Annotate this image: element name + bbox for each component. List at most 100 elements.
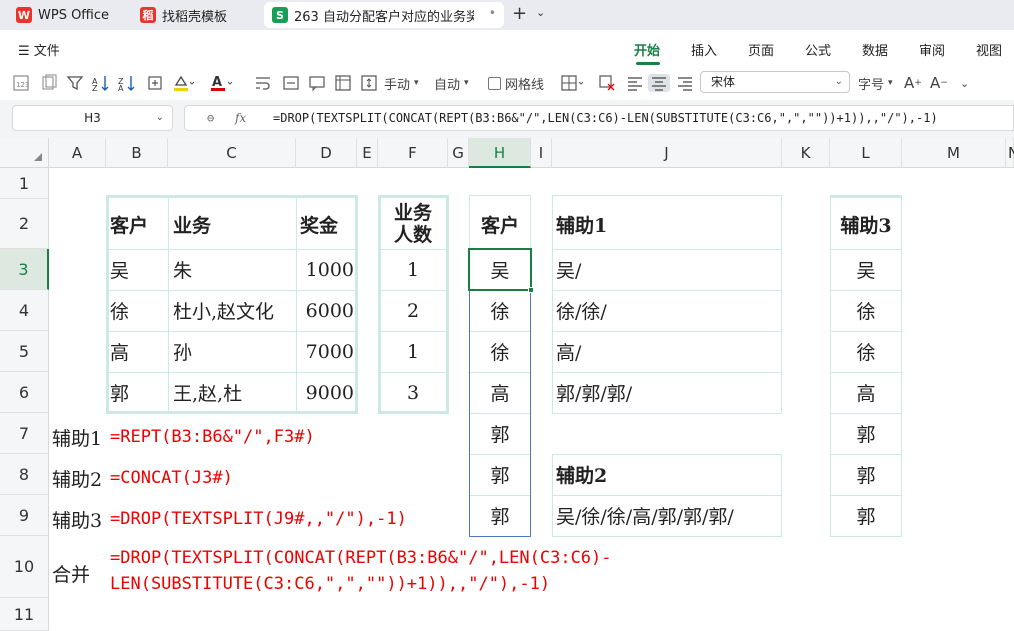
row-header-6[interactable]: 6 bbox=[0, 372, 49, 413]
new-tab-button[interactable]: + bbox=[512, 3, 527, 24]
col-header-L[interactable]: L bbox=[830, 138, 902, 168]
decrease-font-icon[interactable]: A − bbox=[930, 74, 948, 92]
tab-close-icon[interactable]: • bbox=[489, 6, 496, 20]
row-header-10[interactable]: 10 bbox=[0, 536, 49, 598]
merge-cells-icon[interactable] bbox=[282, 74, 300, 92]
col-header-F[interactable]: F bbox=[378, 138, 448, 168]
align-center-icon[interactable] bbox=[648, 74, 670, 92]
cell-L5[interactable]: 徐 bbox=[830, 331, 902, 372]
cell-F2[interactable]: 业务 人数 bbox=[378, 199, 448, 249]
gridlines-toggle[interactable]: 网格线 bbox=[488, 74, 544, 93]
zoom-icon[interactable]: ⊖ bbox=[207, 106, 214, 130]
cell-D4[interactable]: 6000 bbox=[296, 290, 354, 331]
cell-D3[interactable]: 1000 bbox=[296, 249, 354, 290]
borders-icon[interactable] bbox=[560, 74, 586, 92]
row-header-7[interactable]: 7 bbox=[0, 413, 49, 454]
cell-H3[interactable]: 吴 bbox=[469, 249, 531, 290]
row-header-9[interactable]: 9 bbox=[0, 495, 49, 536]
cell-J3[interactable]: 吴/ bbox=[556, 249, 782, 290]
cell-J2[interactable]: 辅助1 bbox=[556, 199, 782, 249]
cell-B10-formula-line2[interactable]: LEN(SUBSTITUTE(C3:C6,",",""))+1)),,"/"),… bbox=[110, 574, 550, 594]
cell-B10-formula-line1[interactable]: =DROP(TEXTSPLIT(CONCAT(REPT(B3:B6&"/",LE… bbox=[110, 548, 612, 568]
cell-L2[interactable]: 辅助3 bbox=[830, 199, 902, 249]
cell-F3[interactable]: 1 bbox=[378, 249, 448, 290]
cell-H2[interactable]: 客户 bbox=[469, 199, 531, 249]
cell-L8[interactable]: 郭 bbox=[830, 454, 902, 495]
file-menu[interactable]: ☰ 文件 bbox=[18, 40, 60, 59]
cell-J8[interactable]: 辅助2 bbox=[556, 454, 782, 495]
menu-page[interactable]: 页面 bbox=[748, 40, 774, 59]
col-header-E[interactable]: E bbox=[357, 138, 378, 168]
col-header-A[interactable]: A bbox=[49, 138, 106, 168]
col-header-K[interactable]: K bbox=[782, 138, 830, 168]
filter-icon[interactable] bbox=[66, 74, 84, 92]
freeze-icon[interactable] bbox=[334, 74, 352, 92]
row-header-11[interactable]: 11 bbox=[0, 598, 49, 631]
row-header-1[interactable]: 1 bbox=[0, 168, 49, 199]
row-header-3[interactable]: 3 bbox=[0, 249, 49, 290]
cell-J5[interactable]: 高/ bbox=[556, 331, 782, 372]
cell-H8[interactable]: 郭 bbox=[469, 454, 531, 495]
auto-calc-button[interactable]: 自动 ▾ bbox=[434, 74, 469, 93]
col-header-J[interactable]: J bbox=[552, 138, 782, 168]
formula-input[interactable]: ⊖ fx =DROP(TEXTSPLIT(CONCAT(REPT(B3:B6&"… bbox=[184, 105, 1014, 131]
cell-J9[interactable]: 吴/徐/徐/高/郭/郭/郭/ bbox=[556, 495, 782, 536]
row-header-8[interactable]: 8 bbox=[0, 454, 49, 495]
name-box[interactable]: H3 ⌄ bbox=[12, 105, 173, 131]
col-header-B[interactable]: B bbox=[106, 138, 168, 168]
menu-view[interactable]: 视图 bbox=[976, 40, 1002, 59]
cell-A7[interactable]: 辅助1 bbox=[52, 424, 102, 451]
cell-C6[interactable]: 王,赵,杜 bbox=[173, 372, 296, 413]
row-header-2[interactable]: 2 bbox=[0, 199, 49, 249]
cell-B4[interactable]: 徐 bbox=[110, 290, 168, 331]
menu-insert[interactable]: 插入 bbox=[691, 40, 717, 59]
tab-current-workbook[interactable]: S 263 自动分配客户对应的业务奖金 • bbox=[264, 2, 504, 28]
cell-D5[interactable]: 7000 bbox=[296, 331, 354, 372]
cell-B3[interactable]: 吴 bbox=[110, 249, 168, 290]
menu-data[interactable]: 数据 bbox=[862, 40, 888, 59]
cell-H6[interactable]: 高 bbox=[469, 372, 531, 413]
cell-D2[interactable]: 奖金 bbox=[300, 199, 357, 249]
cell-B7-formula[interactable]: =REPT(B3:B6&"/",F3#) bbox=[110, 427, 315, 447]
menu-formulas[interactable]: 公式 bbox=[805, 40, 831, 59]
cell-C4[interactable]: 杜小,赵文化 bbox=[173, 290, 296, 331]
checkbox-icon[interactable] bbox=[488, 76, 501, 90]
cell-B8-formula[interactable]: =CONCAT(J3#) bbox=[110, 468, 233, 488]
tab-wps-office[interactable]: W WPS Office bbox=[8, 2, 124, 28]
cell-A9[interactable]: 辅助3 bbox=[52, 506, 102, 533]
more-options-icon[interactable]: ⌄ bbox=[960, 74, 969, 92]
cell-F4[interactable]: 2 bbox=[378, 290, 448, 331]
spreadsheet-grid[interactable]: A B C D E F G H I J K L M N 1 2 3 4 5 6 … bbox=[0, 138, 1014, 631]
col-header-I[interactable]: I bbox=[531, 138, 552, 168]
fill-icon[interactable] bbox=[146, 74, 164, 92]
cell-B6[interactable]: 郭 bbox=[110, 372, 168, 413]
align-left-icon[interactable] bbox=[626, 74, 644, 92]
wrap-text-icon[interactable] bbox=[254, 74, 272, 92]
increase-font-icon[interactable]: A + bbox=[904, 74, 922, 92]
cell-H9[interactable]: 郭 bbox=[469, 495, 531, 536]
cell-B2[interactable]: 客户 bbox=[110, 199, 168, 249]
sort-desc-icon[interactable]: ZA bbox=[118, 74, 136, 92]
tab-docer-templates[interactable]: 稻 找稻壳模板 bbox=[132, 2, 258, 28]
comment-icon[interactable] bbox=[308, 74, 326, 92]
font-name-select[interactable]: 宋体 ⌄ bbox=[700, 71, 850, 93]
cell-H5[interactable]: 徐 bbox=[469, 331, 531, 372]
cell-D6[interactable]: 9000 bbox=[296, 372, 354, 413]
highlight-color-icon[interactable] bbox=[172, 74, 194, 92]
sort-asc-icon[interactable]: AZ bbox=[92, 74, 110, 92]
cell-L9[interactable]: 郭 bbox=[830, 495, 902, 536]
clear-format-icon[interactable] bbox=[598, 74, 616, 92]
cell-H4[interactable]: 徐 bbox=[469, 290, 531, 331]
cell-C2[interactable]: 业务 bbox=[173, 199, 296, 249]
cell-L7[interactable]: 郭 bbox=[830, 413, 902, 454]
cell-L4[interactable]: 徐 bbox=[830, 290, 902, 331]
align-right-icon[interactable] bbox=[676, 74, 694, 92]
cell-A10[interactable]: 合并 bbox=[52, 560, 90, 587]
menu-home[interactable]: 开始 bbox=[634, 40, 660, 59]
row-header-5[interactable]: 5 bbox=[0, 331, 49, 372]
col-header-N[interactable]: N bbox=[1006, 138, 1014, 168]
row-height-icon[interactable] bbox=[360, 74, 378, 92]
tab-list-dropdown-icon[interactable]: ⌄ bbox=[536, 6, 545, 19]
cell-C5[interactable]: 孙 bbox=[173, 331, 296, 372]
cell-C3[interactable]: 朱 bbox=[173, 249, 296, 290]
